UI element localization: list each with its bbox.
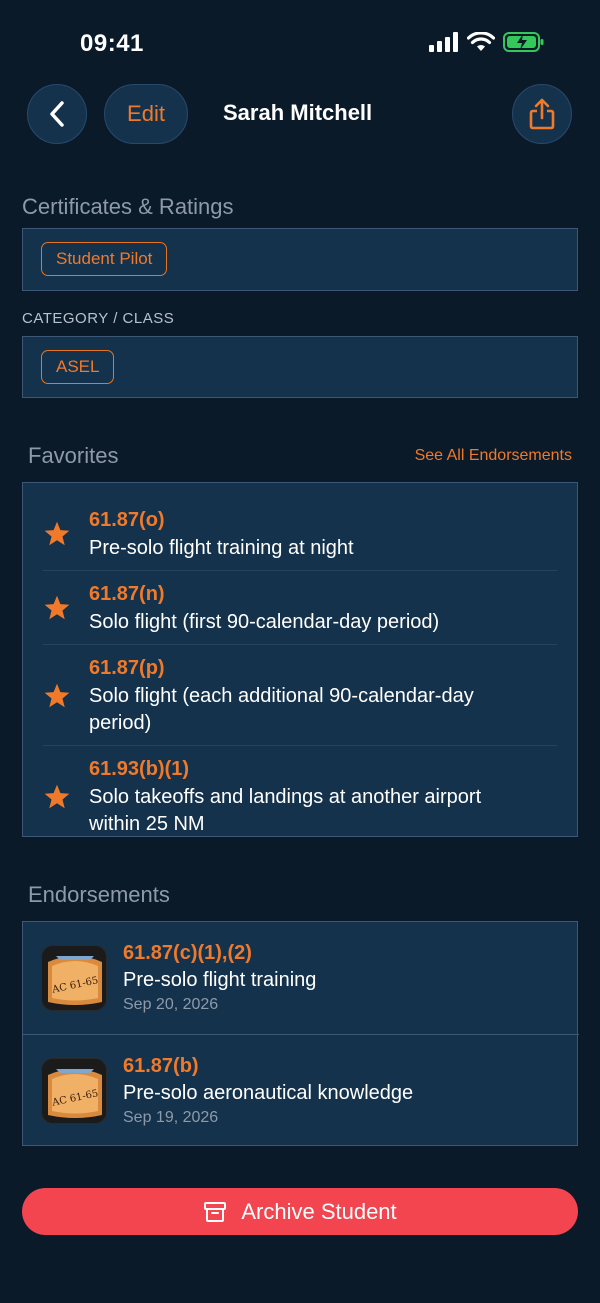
category-class-chip[interactable]: ASEL xyxy=(41,350,115,384)
endorsement-date: Sep 19, 2026 xyxy=(123,1109,219,1126)
favorite-description: Solo takeoffs and landings at another ai… xyxy=(89,786,482,835)
chevron-left-icon xyxy=(50,101,64,127)
archive-box-icon xyxy=(204,1201,227,1222)
see-all-endorsements-link[interactable]: See All Endorsements xyxy=(415,447,572,465)
back-button[interactable] xyxy=(27,84,87,144)
share-icon xyxy=(529,98,555,130)
endorsement-document-icon: AC 61-65 xyxy=(41,1058,107,1124)
certificate-chip[interactable]: Student Pilot xyxy=(41,242,168,276)
endorsement-description: Pre-solo aeronautical knowledge xyxy=(123,1082,414,1104)
favorite-description: Pre-solo flight training at night xyxy=(89,537,354,559)
archive-student-label: Archive Student xyxy=(241,1198,397,1224)
endorsement-code: 61.87(b) xyxy=(123,1055,199,1077)
status-time: 09:41 xyxy=(80,30,144,57)
star-icon xyxy=(44,784,70,809)
favorite-code: 61.93(b)(1) xyxy=(89,758,190,780)
favorite-description: Solo flight (each additional 90-calendar… xyxy=(89,685,474,734)
wifi-icon xyxy=(467,32,495,51)
favorite-code: 61.87(n) xyxy=(89,583,165,605)
endorsement-code: 61.87(c)(1),(2) xyxy=(123,942,252,964)
favorite-item[interactable]: 61.87(n) Solo flight (first 90-calendar-… xyxy=(23,571,577,645)
favorite-description: Solo flight (first 90-calendar-day perio… xyxy=(89,611,440,633)
edit-button[interactable]: Edit xyxy=(104,84,188,144)
star-icon xyxy=(44,595,70,620)
endorsement-date: Sep 20, 2026 xyxy=(123,996,219,1013)
star-icon xyxy=(44,521,70,546)
endorsement-description: Pre-solo flight training xyxy=(123,969,317,991)
certificates-box: Student Pilot xyxy=(22,228,578,291)
endorsement-item[interactable]: AC 61-65 61.87(c)(1),(2) Pre-solo flight… xyxy=(23,922,579,1034)
navigation-bar: Edit Sarah Mitchell xyxy=(0,84,600,146)
favorite-item[interactable]: 61.87(p) Solo flight (each additional 90… xyxy=(23,645,577,745)
status-icons xyxy=(429,32,545,52)
cellular-signal-icon xyxy=(429,32,458,52)
certificates-section-title: Certificates & Ratings xyxy=(22,194,234,219)
favorites-section-title: Favorites xyxy=(28,443,119,468)
share-button[interactable] xyxy=(512,84,572,144)
battery-charging-icon xyxy=(503,32,544,52)
favorite-item[interactable]: 61.93(b)(1) Solo takeoffs and landings a… xyxy=(23,746,577,836)
category-class-title: CATEGORY / CLASS xyxy=(22,310,175,327)
endorsement-document-icon: AC 61-65 xyxy=(41,945,107,1011)
status-bar: 09:41 xyxy=(0,0,600,88)
endorsement-item[interactable]: AC 61-65 61.87(b) Pre-solo aeronautical … xyxy=(23,1034,579,1146)
favorite-code: 61.87(p) xyxy=(89,657,165,679)
favorites-list: 61.87(o) Pre-solo flight training at nig… xyxy=(22,482,578,837)
page-title: Sarah Mitchell xyxy=(223,100,373,125)
endorsements-list: AC 61-65 61.87(c)(1),(2) Pre-solo flight… xyxy=(22,921,579,1146)
archive-student-button[interactable]: Archive Student xyxy=(22,1188,578,1235)
favorite-code: 61.87(o) xyxy=(89,509,165,531)
star-icon xyxy=(44,683,70,708)
endorsements-section-title: Endorsements xyxy=(28,882,170,907)
favorite-item[interactable]: 61.87(o) Pre-solo flight training at nig… xyxy=(23,483,577,570)
category-class-box: ASEL xyxy=(22,336,578,398)
